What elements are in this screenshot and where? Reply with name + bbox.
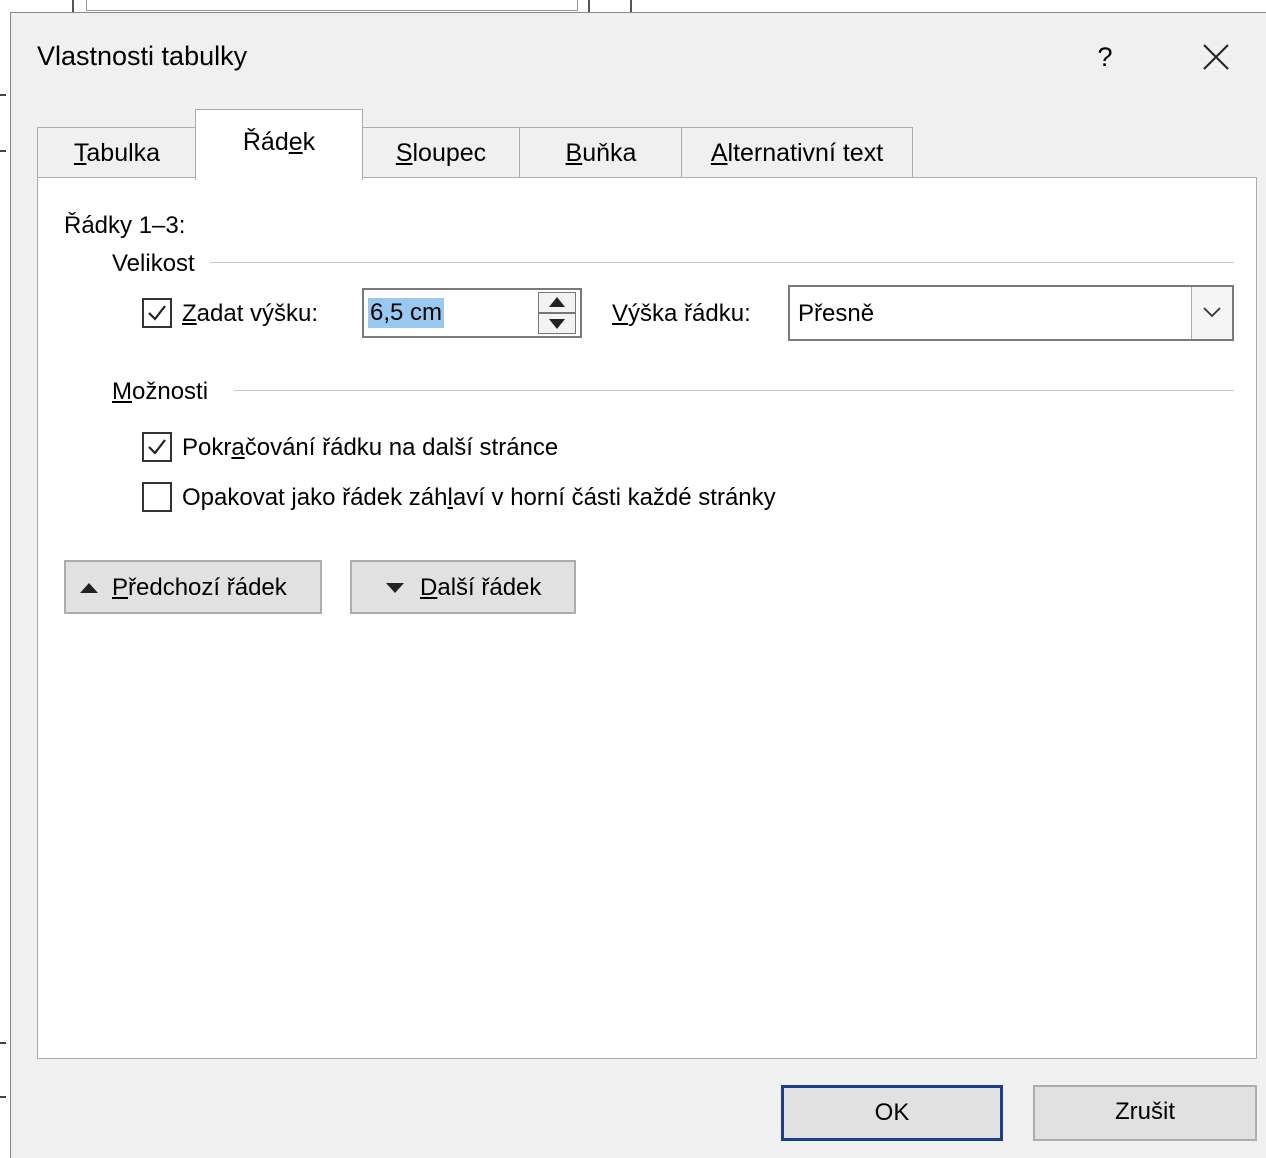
group-divider [210, 262, 1234, 263]
button-label: Další řádek [420, 574, 541, 602]
ruler-tick [0, 1042, 6, 1044]
ruler-tick [0, 150, 6, 152]
label-text: čování řádku na další stránce [244, 434, 559, 461]
triangle-up-icon [549, 297, 565, 307]
checkmark-icon [148, 305, 166, 321]
label-text: ředchozí řádek [128, 574, 287, 601]
options-group-label: Možnosti [112, 378, 219, 406]
tab-mnemonic: S [395, 139, 413, 167]
checkmark-icon [148, 439, 166, 455]
label-text: Pokr [182, 434, 232, 461]
mnemonic: Z [182, 300, 197, 327]
select-value: Přesně [798, 300, 875, 327]
height-spinner[interactable]: 6,5 cm [362, 288, 582, 338]
tab-label: uňka [582, 139, 637, 167]
cancel-button[interactable]: Zrušit [1033, 1085, 1257, 1141]
mnemonic: M [112, 378, 132, 405]
dialog-title: Vlastnosti tabulky [37, 41, 248, 71]
table-properties-dialog: Vlastnosti tabulky ? Tabulka Řádek Sloup… [10, 12, 1266, 1158]
button-label: Předchozí řádek [112, 574, 287, 602]
label-text: ožnosti [132, 378, 209, 405]
triangle-down-icon [549, 319, 565, 329]
row-tab-panel: Řádky 1–3: Velikost Zadat výšku: 6,5 cm [37, 177, 1257, 1059]
dropdown-button[interactable] [1191, 287, 1232, 339]
tab-mnemonic: T [73, 139, 87, 167]
mnemonic: D [420, 574, 438, 601]
background-field [86, 0, 578, 11]
mnemonic: P [112, 574, 129, 601]
repeat-header-label[interactable]: Opakovat jako řádek záhlaví v horní část… [182, 484, 776, 512]
tab-label: k [302, 128, 316, 156]
specify-height-checkbox[interactable] [142, 298, 172, 328]
spinner-up-button[interactable] [538, 292, 576, 313]
label-text: ýška řádku: [628, 300, 751, 327]
tab-label: Řád [242, 128, 289, 156]
close-icon [1203, 44, 1229, 70]
rows-range-label: Řádky 1–3: [64, 212, 186, 239]
next-row-button[interactable]: Další řádek [350, 560, 576, 614]
tab-label: abulka [86, 139, 161, 167]
tab-mnemonic: A [710, 139, 728, 167]
row-height-mode-select[interactable]: Přesně [788, 285, 1234, 341]
allow-row-break-checkbox[interactable] [142, 432, 172, 462]
tab-label: lternativní text [727, 139, 884, 167]
tab-label: loupec [412, 139, 487, 167]
label-text: adat výšku: [196, 300, 319, 327]
label-text: alší řádek [437, 574, 542, 601]
height-input[interactable]: 6,5 cm [368, 298, 445, 328]
ok-button[interactable]: OK [781, 1085, 1003, 1141]
tab-strip: Tabulka Řádek Sloupec Buňka Alternativní… [37, 109, 1266, 180]
triangle-down-icon [386, 583, 404, 593]
help-button[interactable]: ? [1083, 35, 1127, 79]
chevron-down-icon [1203, 307, 1221, 318]
label-text: aví v horní části každé stránky [452, 484, 776, 511]
repeat-header-checkbox[interactable] [142, 482, 172, 512]
size-group-label: Velikost [112, 250, 205, 278]
tab-alt-text[interactable]: Alternativní text [681, 127, 913, 178]
spinner-buttons [538, 292, 578, 334]
tab-table[interactable]: Tabulka [37, 127, 197, 178]
label-text: Opakovat jako řádek záh [182, 484, 448, 511]
triangle-up-icon [80, 583, 98, 593]
group-divider [234, 390, 1234, 391]
tab-row[interactable]: Řádek [195, 109, 363, 180]
spinner-down-button[interactable] [538, 313, 576, 334]
close-button[interactable] [1194, 35, 1238, 79]
specify-height-label[interactable]: Zadat výšku: [182, 300, 318, 328]
row-height-label: Výška řádku: [612, 300, 751, 328]
tab-mnemonic: B [565, 139, 583, 167]
tab-column[interactable]: Sloupec [361, 127, 521, 178]
mnemonic: V [612, 300, 629, 327]
tab-mnemonic: e [288, 128, 303, 156]
allow-row-break-label[interactable]: Pokračování řádku na další stránce [182, 434, 558, 462]
ruler-tick [0, 94, 6, 96]
tab-cell[interactable]: Buňka [519, 127, 683, 178]
title-bar: Vlastnosti tabulky ? [11, 13, 1266, 99]
ruler-tick [0, 1096, 6, 1098]
mnemonic: a [231, 434, 245, 461]
previous-row-button[interactable]: Předchozí řádek [64, 560, 322, 614]
background-ruler [0, 14, 10, 1157]
